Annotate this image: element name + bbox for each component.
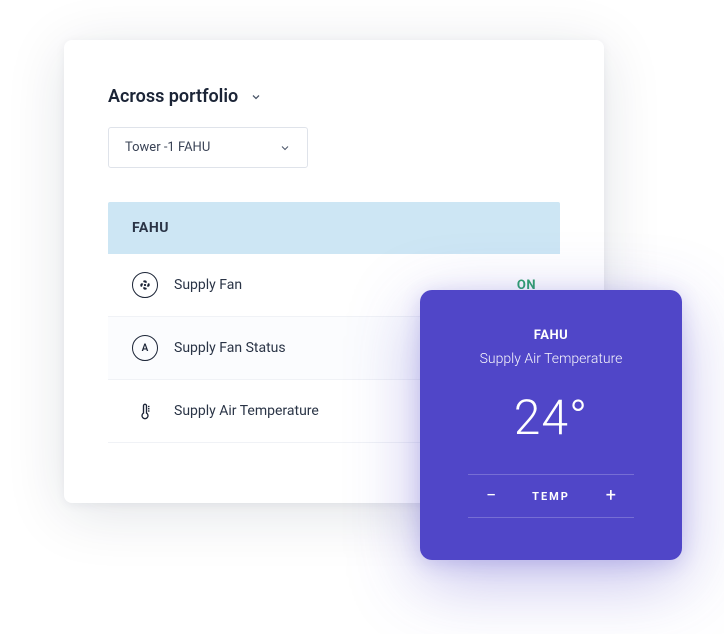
temperature-stepper: − TEMP + <box>468 474 634 518</box>
portfolio-dropdown[interactable]: Across portfolio <box>108 86 560 107</box>
temp-stepper-label: TEMP <box>532 490 570 503</box>
temp-card-subtitle: Supply Air Temperature <box>480 351 623 367</box>
chevron-down-icon <box>279 142 291 154</box>
temperature-card: FAHU Supply Air Temperature 24° − TEMP + <box>420 290 682 560</box>
portfolio-label: Across portfolio <box>108 86 238 107</box>
tower-select[interactable]: Tower -1 FAHU <box>108 127 308 168</box>
auto-icon: A <box>132 335 158 361</box>
section-title: FAHU <box>108 202 560 254</box>
temp-decrease-button[interactable]: − <box>482 487 500 505</box>
temp-increase-button[interactable]: + <box>602 487 620 505</box>
fan-icon <box>132 272 158 298</box>
thermometer-icon <box>132 398 158 424</box>
tower-select-value: Tower -1 FAHU <box>125 140 210 155</box>
chevron-down-icon <box>250 91 262 103</box>
temperature-value: 24° <box>514 389 588 446</box>
temp-card-title: FAHU <box>534 328 568 343</box>
